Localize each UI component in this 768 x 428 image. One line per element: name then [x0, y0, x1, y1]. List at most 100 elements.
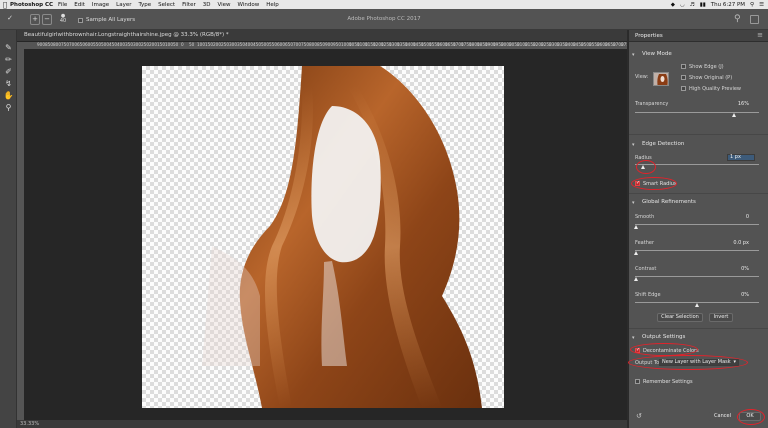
shift-edge-value[interactable]: 0% — [725, 292, 749, 298]
feather-slider[interactable] — [635, 250, 759, 251]
ruler-tick-label: 600 — [85, 42, 93, 47]
notification-icon[interactable]: ☰ — [759, 2, 764, 8]
ruler-tick-label: 700 — [293, 42, 301, 47]
clock[interactable]: Thu 6:27 PM — [711, 2, 745, 8]
reset-icon[interactable]: ↺ — [636, 412, 642, 420]
divider — [629, 134, 768, 135]
menu-help[interactable]: Help — [266, 2, 279, 8]
hand-tool-icon[interactable]: ✋ — [3, 90, 14, 101]
collapse-edge-detection-icon[interactable]: ▾ — [632, 142, 635, 148]
zoom-readout[interactable]: 33.33% — [20, 421, 39, 427]
view-mode-thumbnail[interactable] — [653, 72, 669, 86]
hair-artwork — [202, 66, 482, 408]
panel-header: Properties ≡ — [629, 30, 768, 42]
dropbox-icon[interactable]: ◆ — [671, 2, 675, 8]
collapse-global-refinements-icon[interactable]: ▾ — [632, 200, 635, 206]
invert-button[interactable]: Invert — [709, 313, 733, 322]
ruler-tick-label: 100 — [197, 42, 205, 47]
show-edge-checkbox[interactable] — [681, 64, 686, 69]
annotation-circle-ok — [737, 409, 765, 425]
options-bar: ✓ + − ● 40 Sample All Layers Adobe Photos… — [0, 9, 768, 30]
ruler-tick-label: 50 — [173, 42, 179, 47]
ruler-tick-label: 900 — [325, 42, 333, 47]
global-refinements-heading: Global Refinements — [642, 199, 696, 205]
ruler-tick-label: 350 — [125, 42, 133, 47]
workspace-icon[interactable] — [750, 15, 759, 24]
transparency-value[interactable]: 16% — [725, 101, 749, 107]
menu-type[interactable]: Type — [138, 2, 151, 8]
ruler-tick-label: 650 — [285, 42, 293, 47]
feather-slider-thumb[interactable] — [634, 251, 638, 255]
remember-settings-label: Remember Settings — [643, 379, 693, 385]
menu-window[interactable]: Window — [238, 2, 260, 8]
menu-filter[interactable]: Filter — [182, 2, 196, 8]
shift-edge-slider-thumb[interactable] — [695, 303, 699, 307]
volume-icon[interactable]: ♬ — [690, 2, 695, 8]
tools-panel: ✎ ✏ ✐ ↯ ✋ ⚲ — [0, 30, 17, 428]
high-quality-checkbox[interactable] — [681, 86, 686, 91]
image-preview[interactable] — [142, 66, 504, 408]
apple-icon[interactable]:  — [0, 1, 10, 9]
ruler-tick-label: 350 — [237, 42, 245, 47]
collapse-view-mode-icon[interactable]: ▾ — [632, 52, 635, 58]
app-menu[interactable]: Photoshop CC — [10, 2, 53, 8]
panel-menu-icon[interactable]: ≡ — [757, 31, 763, 39]
menu-3d[interactable]: 3D — [203, 2, 211, 8]
menu-image[interactable]: Image — [92, 2, 109, 8]
annotation-circle-output-to — [628, 355, 748, 370]
battery-icon[interactable]: ▮▮ — [700, 2, 706, 8]
document-tab-label: Beautifulgirlwithbrownhair.Longstraighth… — [24, 32, 229, 38]
transparency-slider-thumb[interactable] — [731, 113, 736, 117]
radius-field[interactable]: 1 px — [727, 154, 755, 161]
menu-select[interactable]: Select — [158, 2, 175, 8]
collapse-output-settings-icon[interactable]: ▾ — [632, 335, 635, 341]
smooth-value[interactable]: 0 — [725, 214, 749, 220]
menu-view[interactable]: View — [217, 2, 230, 8]
ruler-tick-label: 800 — [309, 42, 317, 47]
ruler-tick-label: 800 — [53, 42, 61, 47]
refine-edge-brush-icon[interactable]: ✏ — [3, 54, 14, 65]
ruler-tick-label: 50 — [189, 42, 195, 47]
output-settings-heading: Output Settings — [642, 334, 686, 340]
spotlight-icon[interactable]: ⚲ — [750, 2, 754, 8]
contrast-slider[interactable] — [635, 276, 759, 277]
show-original-checkbox[interactable] — [681, 75, 686, 80]
panel-title[interactable]: Properties — [635, 33, 663, 39]
menu-layer[interactable]: Layer — [116, 2, 131, 8]
wifi-icon[interactable]: ◡ — [680, 2, 685, 8]
contrast-slider-thumb[interactable] — [634, 277, 638, 281]
cancel-button[interactable]: Cancel — [709, 412, 736, 421]
search-icon[interactable]: ⚲ — [734, 14, 741, 24]
contrast-value[interactable]: 0% — [725, 266, 749, 272]
document-tab[interactable]: Beautifulgirlwithbrownhair.Longstraighth… — [17, 30, 627, 42]
shift-edge-label: Shift Edge — [635, 292, 661, 298]
clear-selection-button[interactable]: Clear Selection — [657, 313, 703, 322]
zoom-tool-icon[interactable]: ⚲ — [3, 102, 14, 113]
transparency-slider[interactable] — [635, 112, 759, 113]
feather-label: Feather — [635, 240, 655, 246]
ruler-tick-label: 550 — [93, 42, 101, 47]
edge-detection-heading: Edge Detection — [642, 141, 685, 147]
ruler-tick-label: 400 — [117, 42, 125, 47]
feather-value[interactable]: 0.0 px — [719, 240, 749, 246]
show-original-label: Show Original (P) — [689, 75, 733, 81]
vertical-ruler[interactable] — [17, 49, 24, 420]
ruler-tick-label: 450 — [109, 42, 117, 47]
view-label: View: — [635, 74, 649, 80]
remember-settings-checkbox[interactable] — [635, 379, 640, 384]
ruler-tick-label: 0 — [181, 42, 184, 47]
window-title: Adobe Photoshop CC 2017 — [347, 16, 421, 22]
brush-tool-icon[interactable]: ✐ — [3, 66, 14, 77]
horizontal-ruler[interactable]: 900 850 800 750 700 650 600 550 500 450 400 350 300 2… — [17, 42, 627, 49]
ruler-tick-label: 750 — [61, 42, 69, 47]
menu-edit[interactable]: Edit — [74, 2, 85, 8]
quick-selection-tool-icon[interactable]: ✎ — [3, 42, 14, 53]
menu-file[interactable]: File — [58, 2, 67, 8]
ruler-tick-label: 300 — [229, 42, 237, 47]
lasso-tool-icon[interactable]: ↯ — [3, 78, 14, 89]
smooth-label: Smooth — [635, 214, 655, 220]
smooth-slider-thumb[interactable] — [634, 225, 638, 229]
ruler-tick-label: 400 — [245, 42, 253, 47]
smooth-slider[interactable] — [635, 224, 759, 225]
high-quality-label: High Quality Preview — [689, 86, 741, 92]
